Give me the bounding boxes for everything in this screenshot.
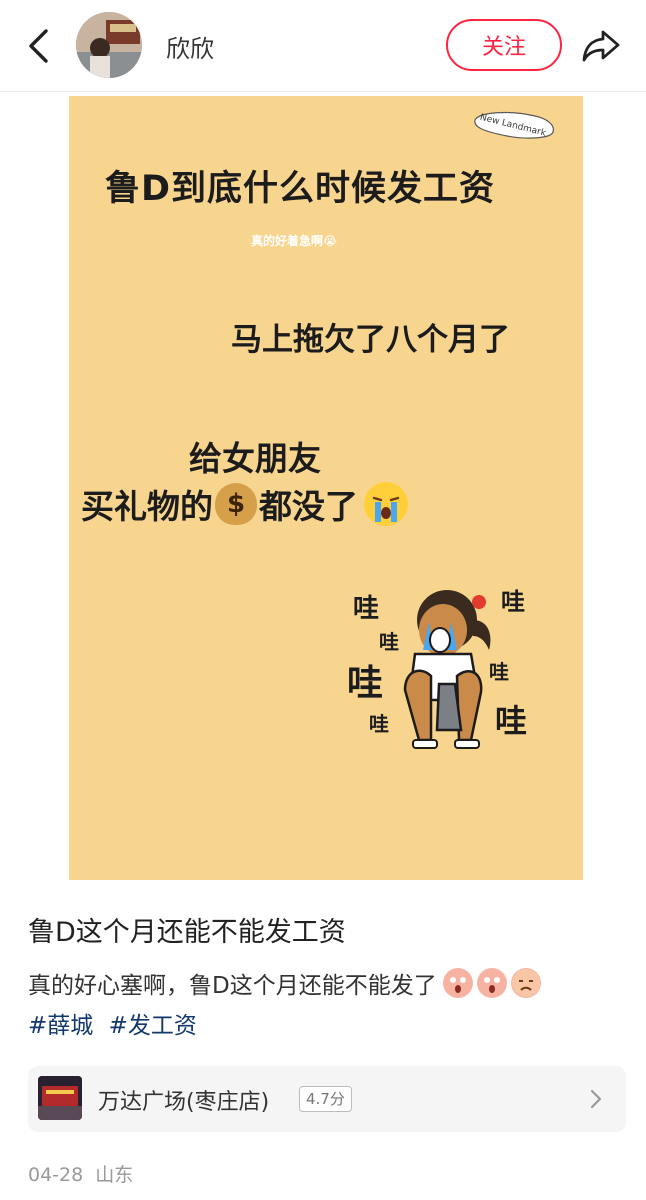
scared-face-icon (442, 968, 473, 998)
chevron-left-icon (29, 29, 48, 63)
sad-face-icon (510, 968, 541, 998)
location-card[interactable]: 万达广场(枣庄店) 4.7分 (28, 1066, 626, 1132)
wa-text-5: 哇 (501, 588, 525, 616)
location-name: 万达广场(枣庄店) (98, 1090, 270, 1115)
post-body-text: 真的好心塞啊，鲁D这个月还能不能发了 (28, 973, 437, 999)
follow-button[interactable]: 关注 (446, 19, 562, 71)
share-button[interactable] (578, 24, 624, 68)
post-region: 山东 (95, 1164, 134, 1186)
scared-face-icon (476, 968, 507, 998)
wa-text-4: 哇 (369, 712, 389, 736)
location-thumbnail (38, 1076, 82, 1120)
crying-face-icon (364, 482, 408, 526)
wa-text-7: 哇 (495, 702, 528, 740)
post-body: 真的好心塞啊，鲁D这个月还能不能发了 (28, 966, 541, 1000)
username[interactable]: 欣欣 (166, 29, 214, 64)
image-title: 鲁D到底什么时候发工资 (105, 169, 496, 209)
post-meta: 04-28 山东 (28, 1160, 139, 1187)
image-line-4: 买礼物的 $ 都没了 (81, 480, 408, 528)
top-bar: 欣欣 关注 (0, 0, 646, 92)
post-date: 04-28 (28, 1164, 84, 1186)
location-rating: 4.7分 (299, 1086, 352, 1112)
share-icon (582, 30, 620, 62)
money-bag-icon: $ (215, 483, 257, 525)
chevron-right-icon (590, 1089, 602, 1109)
new-landmark-stamp: New Landmark (474, 111, 554, 139)
image-line-4-start: 买礼物的 (81, 487, 213, 526)
tag-link[interactable]: #发工资 (109, 1013, 197, 1039)
avatar[interactable] (76, 12, 142, 78)
wa-text-2: 哇 (379, 630, 399, 654)
tag-list: #薛城 #发工资 (28, 1006, 205, 1040)
image-line-3: 给女朋友 (189, 439, 321, 478)
image-line-4-end: 都没了 (259, 487, 358, 526)
tag-link[interactable]: #薛城 (28, 1013, 93, 1039)
wa-text-1: 哇 (353, 594, 380, 624)
wa-text-6: 哇 (489, 660, 509, 684)
image-subtitle: 真的好着急啊😭 (251, 234, 338, 248)
image-line-2: 马上拖欠了八个月了 (231, 322, 510, 358)
back-button[interactable] (18, 24, 58, 68)
post-image[interactable]: New Landmark 鲁D到底什么时候发工资 真的好着急啊😭 马上拖欠了八个… (69, 96, 583, 880)
wa-text-3: 哇 (347, 663, 384, 704)
post-title: 鲁D这个月还能不能发工资 (28, 917, 346, 948)
